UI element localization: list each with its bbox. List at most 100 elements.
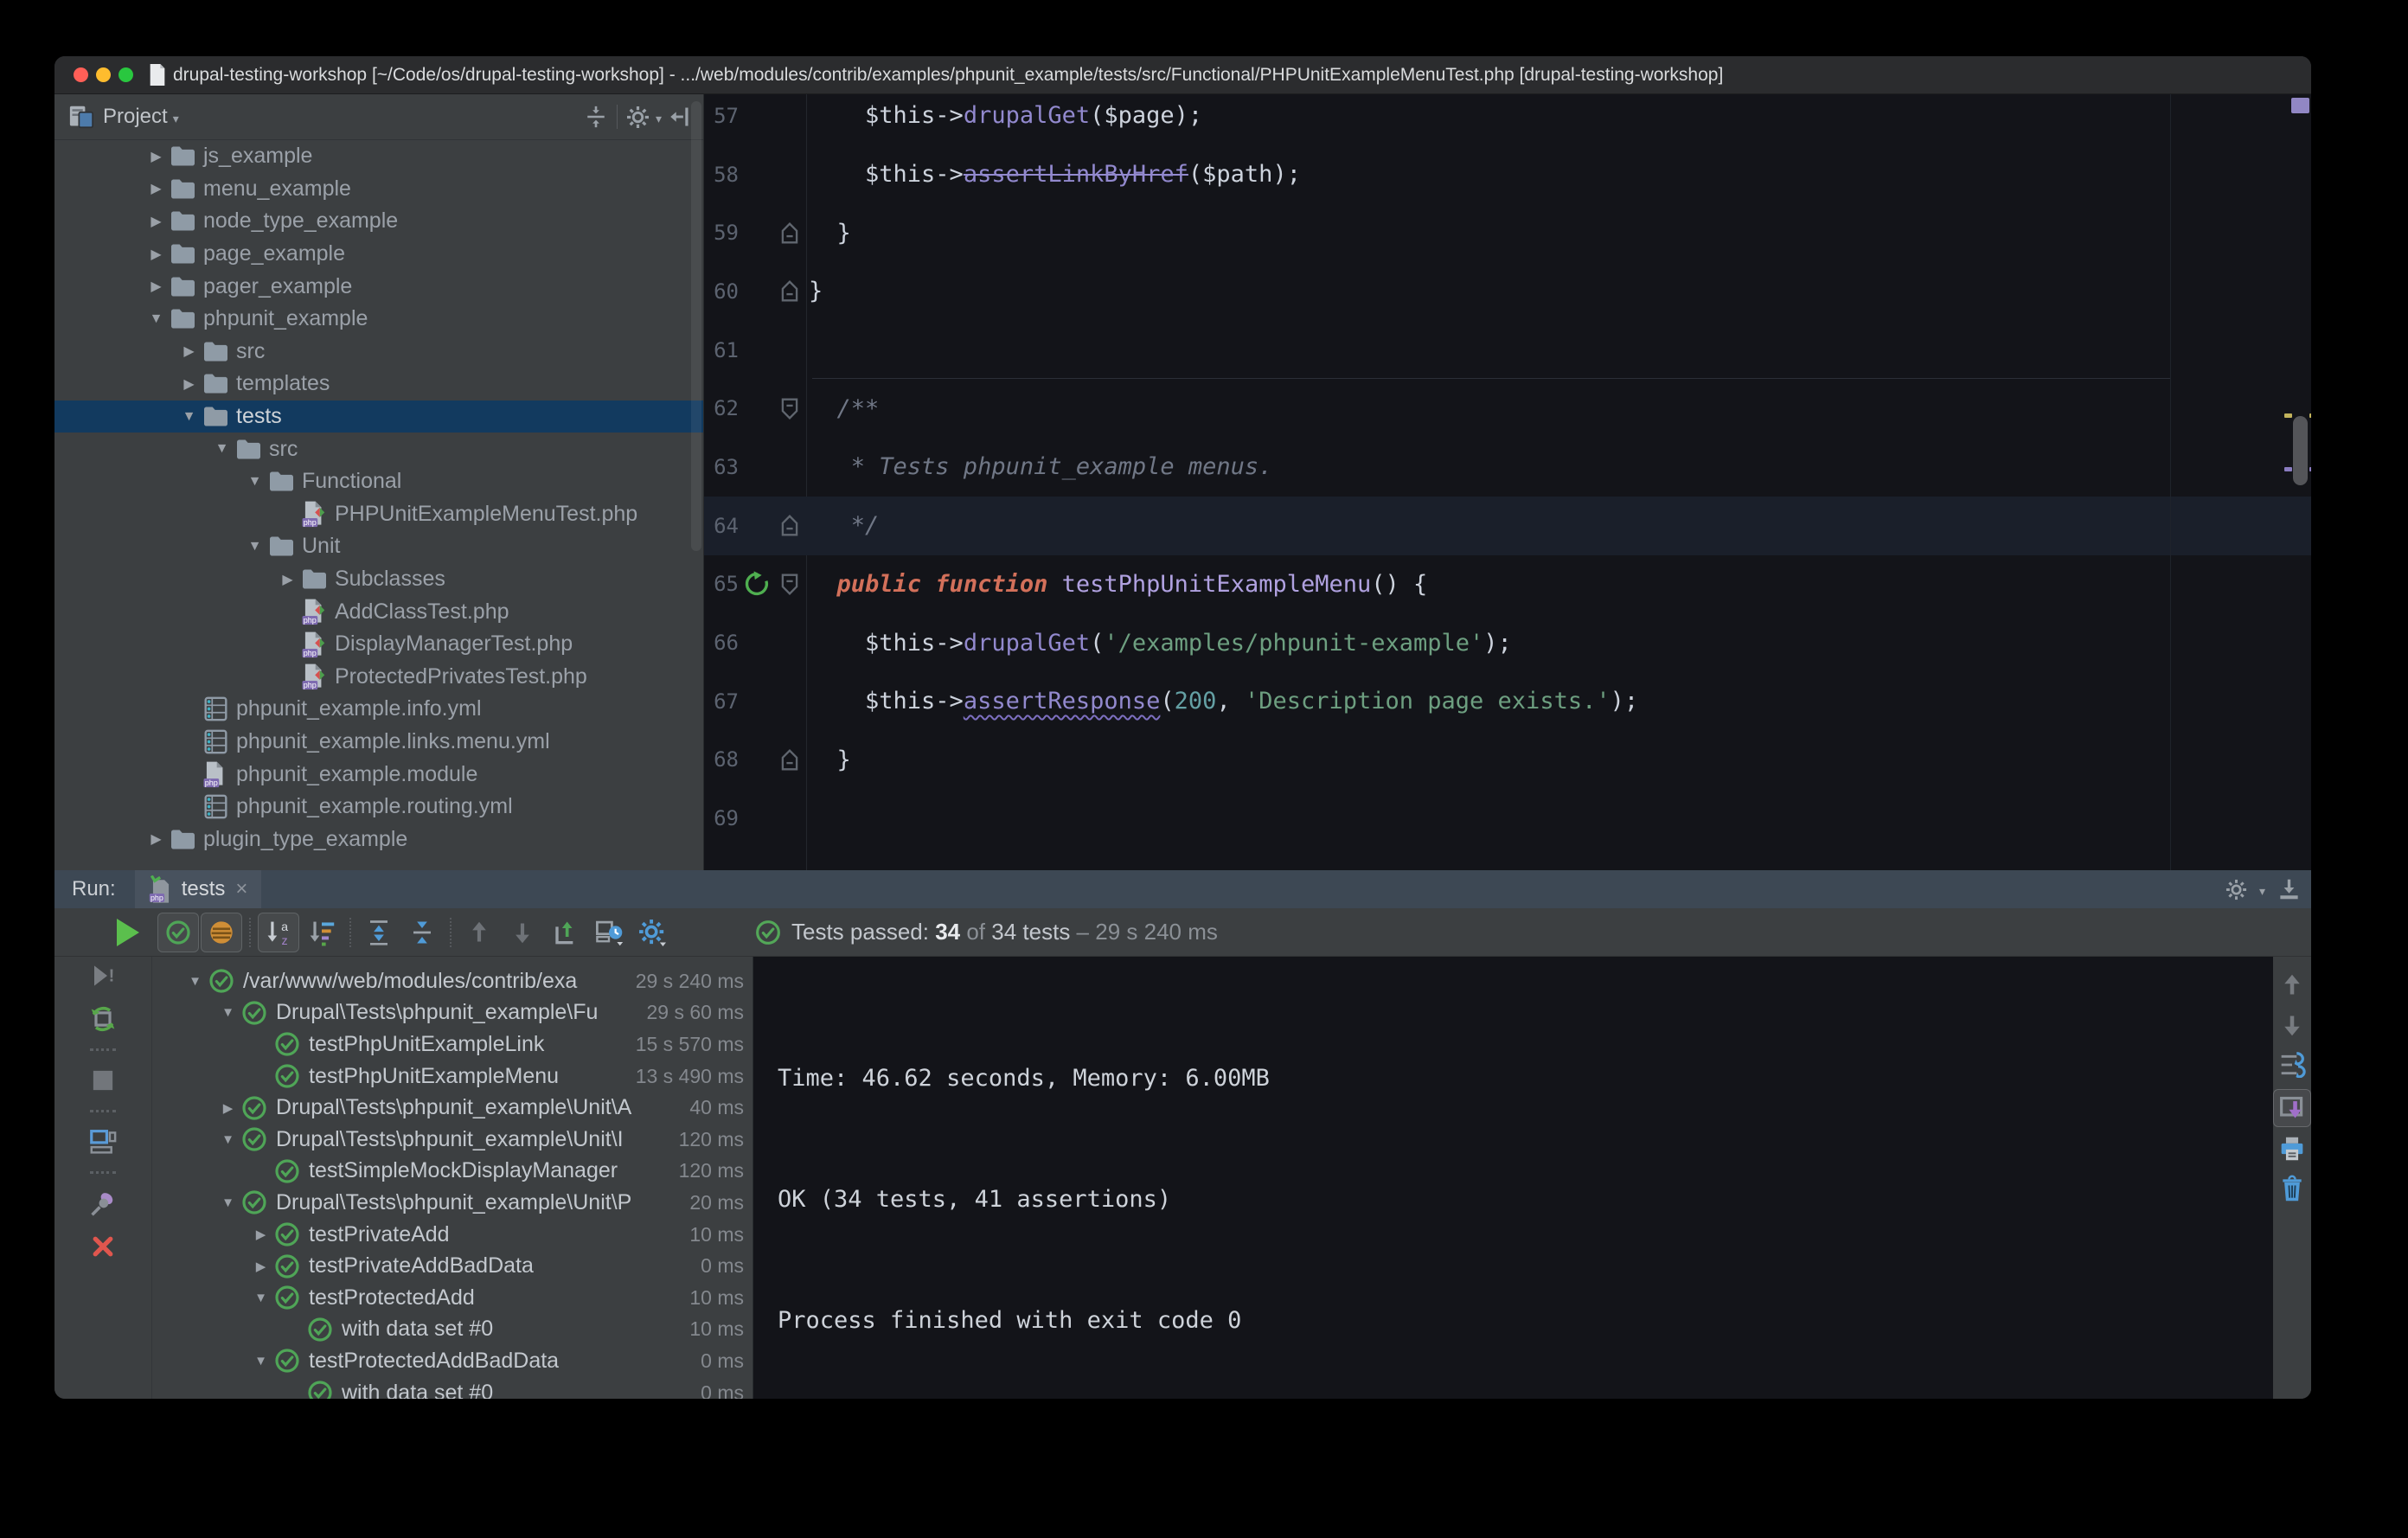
project-tree-item[interactable]: phpunit_example.links.menu.yml <box>54 726 703 759</box>
sort-alphabetically-toggle[interactable]: az <box>258 912 299 952</box>
project-tree-item[interactable]: php ProtectedPrivatesTest.php <box>54 661 703 694</box>
project-tree-item[interactable]: ▼ Functional <box>54 465 703 498</box>
project-tree-item[interactable]: ▶ plugin_type_example <box>54 823 703 856</box>
chevron-down-icon[interactable]: ▼ <box>216 1195 240 1210</box>
code-editor[interactable]: 57 $this->drupalGet($page); 58 $this->ass… <box>704 94 2311 870</box>
fold-end-icon[interactable] <box>775 221 804 245</box>
chevron-down-icon[interactable]: ▼ <box>210 441 234 457</box>
gear-icon[interactable] <box>2225 879 2247 900</box>
chevron-right-icon[interactable]: ▶ <box>144 246 168 263</box>
print-icon[interactable] <box>2277 1133 2308 1164</box>
test-tree-item[interactable]: ▼ Drupal\Tests\phpunit_example\Fu 29 s 60 … <box>152 997 752 1029</box>
import-export-results-icon[interactable] <box>545 913 586 952</box>
project-tree-item[interactable]: ▼ tests <box>54 400 703 433</box>
chevron-down-icon[interactable]: ▼ <box>243 474 266 490</box>
project-tree-item[interactable]: ▶ src <box>54 336 703 368</box>
chevron-down-icon[interactable]: ▼ <box>216 1005 240 1020</box>
project-tree-item[interactable]: ▶ Subclasses <box>54 563 703 596</box>
close-icon[interactable] <box>87 1231 118 1262</box>
project-tree-item[interactable]: php phpunit_example.module <box>54 758 703 791</box>
scroll-to-end-icon[interactable] <box>2273 1089 2311 1127</box>
chevron-right-icon[interactable]: ▶ <box>249 1227 272 1242</box>
minimize-window-button[interactable] <box>96 67 111 82</box>
chevron-down-icon[interactable]: ▼ <box>243 539 266 554</box>
chevron-right-icon[interactable]: ▶ <box>144 148 168 165</box>
test-tree-item[interactable]: testPhpUnitExampleMenu 13 s 490 ms <box>152 1061 752 1093</box>
collapse-all-icon[interactable] <box>579 101 613 132</box>
project-tree-item[interactable]: php DisplayManagerTest.php <box>54 628 703 661</box>
test-tree-item[interactable]: with data set #0 0 ms <box>152 1377 752 1399</box>
test-tree-item[interactable]: ▼ testProtectedAddBadData 0 ms <box>152 1345 752 1377</box>
project-tree-item[interactable]: phpunit_example.routing.yml <box>54 791 703 823</box>
show-passed-toggle[interactable] <box>157 912 199 952</box>
chevron-down-icon[interactable]: ▼ <box>249 1291 272 1305</box>
toggle-auto-test-icon[interactable] <box>87 1003 118 1035</box>
chevron-right-icon[interactable]: ▶ <box>177 343 201 360</box>
chevron-down-icon[interactable]: ▼ <box>249 1354 272 1368</box>
chevron-down-icon[interactable]: ▼ <box>216 1132 240 1147</box>
project-tree-item[interactable]: ▶ pager_example <box>54 270 703 303</box>
project-tree-item[interactable]: phpunit_example.info.yml <box>54 693 703 726</box>
pin-tab-icon[interactable] <box>87 1188 118 1219</box>
next-failed-icon[interactable] <box>502 913 543 952</box>
chevron-right-icon[interactable]: ▶ <box>249 1259 272 1274</box>
fold-end-icon[interactable] <box>775 514 804 537</box>
test-tree-item[interactable]: ▶ Drupal\Tests\phpunit_example\Unit\A 40 m… <box>152 1092 752 1124</box>
soft-wrap-icon[interactable] <box>2277 1049 2308 1080</box>
fold-end-icon[interactable] <box>775 279 804 303</box>
settings-gear-icon[interactable] <box>631 913 673 952</box>
chevron-right-icon[interactable]: ▶ <box>276 571 299 588</box>
project-tree-item[interactable]: ▶ templates <box>54 368 703 401</box>
analysis-status-indicator[interactable] <box>2291 98 2309 113</box>
fold-start-icon[interactable] <box>775 573 804 596</box>
rerun-failed-icon[interactable]: ! <box>87 960 118 991</box>
project-panel-title[interactable]: Project <box>103 105 168 129</box>
project-tree-item[interactable]: ▼ phpunit_example <box>54 303 703 336</box>
chevron-down-icon[interactable]: ▼ <box>183 974 207 989</box>
test-tree-item[interactable]: ▼ Drupal\Tests\phpunit_example\Unit\I 120 … <box>152 1124 752 1156</box>
project-tree-item[interactable]: ▶ menu_example <box>54 173 703 206</box>
run-tab-tests[interactable]: php tests × <box>134 870 262 908</box>
run-icon[interactable] <box>117 918 139 946</box>
dock-panel-icon[interactable] <box>2277 878 2301 901</box>
test-tree-item[interactable]: ▶ testPrivateAddBadData 0 ms <box>152 1250 752 1282</box>
clear-all-icon[interactable] <box>2277 1173 2308 1204</box>
project-scrollbar[interactable] <box>691 101 701 551</box>
up-stack-icon[interactable] <box>2277 970 2308 1001</box>
project-tree-item[interactable]: ▼ src <box>54 433 703 465</box>
previous-failed-icon[interactable] <box>458 913 500 952</box>
project-tree-item[interactable]: php PHPUnitExampleMenuTest.php <box>54 498 703 531</box>
restore-layout-icon[interactable] <box>87 1126 118 1157</box>
test-tree-item[interactable]: testPhpUnitExampleLink 15 s 570 ms <box>152 1029 752 1061</box>
close-window-button[interactable] <box>74 67 88 82</box>
gear-icon[interactable] <box>621 101 656 132</box>
test-tree-item[interactable]: ▼ /var/www/web/modules/contrib/exa 29 s 24… <box>152 965 752 997</box>
chevron-right-icon[interactable]: ▶ <box>216 1100 240 1116</box>
test-tree-item[interactable]: ▼ Drupal\Tests\phpunit_example\Unit\P 20 m… <box>152 1187 752 1219</box>
test-history-icon[interactable] <box>588 913 630 952</box>
test-tree-item[interactable]: ▼ testProtectedAdd 10 ms <box>152 1282 752 1314</box>
chevron-right-icon[interactable]: ▶ <box>144 278 168 295</box>
test-tree-item[interactable]: testSimpleMockDisplayManager 120 ms <box>152 1156 752 1188</box>
chevron-right-icon[interactable]: ▶ <box>144 180 168 197</box>
project-tree-item[interactable]: ▶ node_type_example <box>54 205 703 238</box>
sort-by-duration-icon[interactable] <box>301 913 343 952</box>
project-tree-item[interactable]: ▼ Unit <box>54 530 703 563</box>
console-output[interactable]: Time: 46.62 seconds, Memory: 6.00MB OK (… <box>753 957 2273 1399</box>
expand-all-icon[interactable] <box>358 913 400 952</box>
test-tree-item[interactable]: ▶ testPrivateAdd 10 ms <box>152 1219 752 1251</box>
run-test-gutter-icon[interactable] <box>739 571 775 597</box>
chevron-right-icon[interactable]: ▶ <box>144 213 168 230</box>
editor-scrollbar[interactable] <box>2293 416 2308 485</box>
chevron-right-icon[interactable]: ▶ <box>144 830 168 848</box>
fold-end-icon[interactable] <box>775 748 804 772</box>
chevron-right-icon[interactable]: ▶ <box>177 375 201 393</box>
chevron-down-icon[interactable]: ▼ <box>144 311 168 327</box>
chevron-down-icon[interactable]: ▼ <box>177 409 201 425</box>
zoom-window-button[interactable] <box>118 67 133 82</box>
fold-start-icon[interactable] <box>775 397 804 420</box>
close-icon[interactable]: × <box>235 877 247 901</box>
project-tree-item[interactable]: php AddClassTest.php <box>54 595 703 628</box>
project-tree-item[interactable]: ▶ page_example <box>54 238 703 271</box>
test-tree-item[interactable]: with data set #0 10 ms <box>152 1314 752 1346</box>
